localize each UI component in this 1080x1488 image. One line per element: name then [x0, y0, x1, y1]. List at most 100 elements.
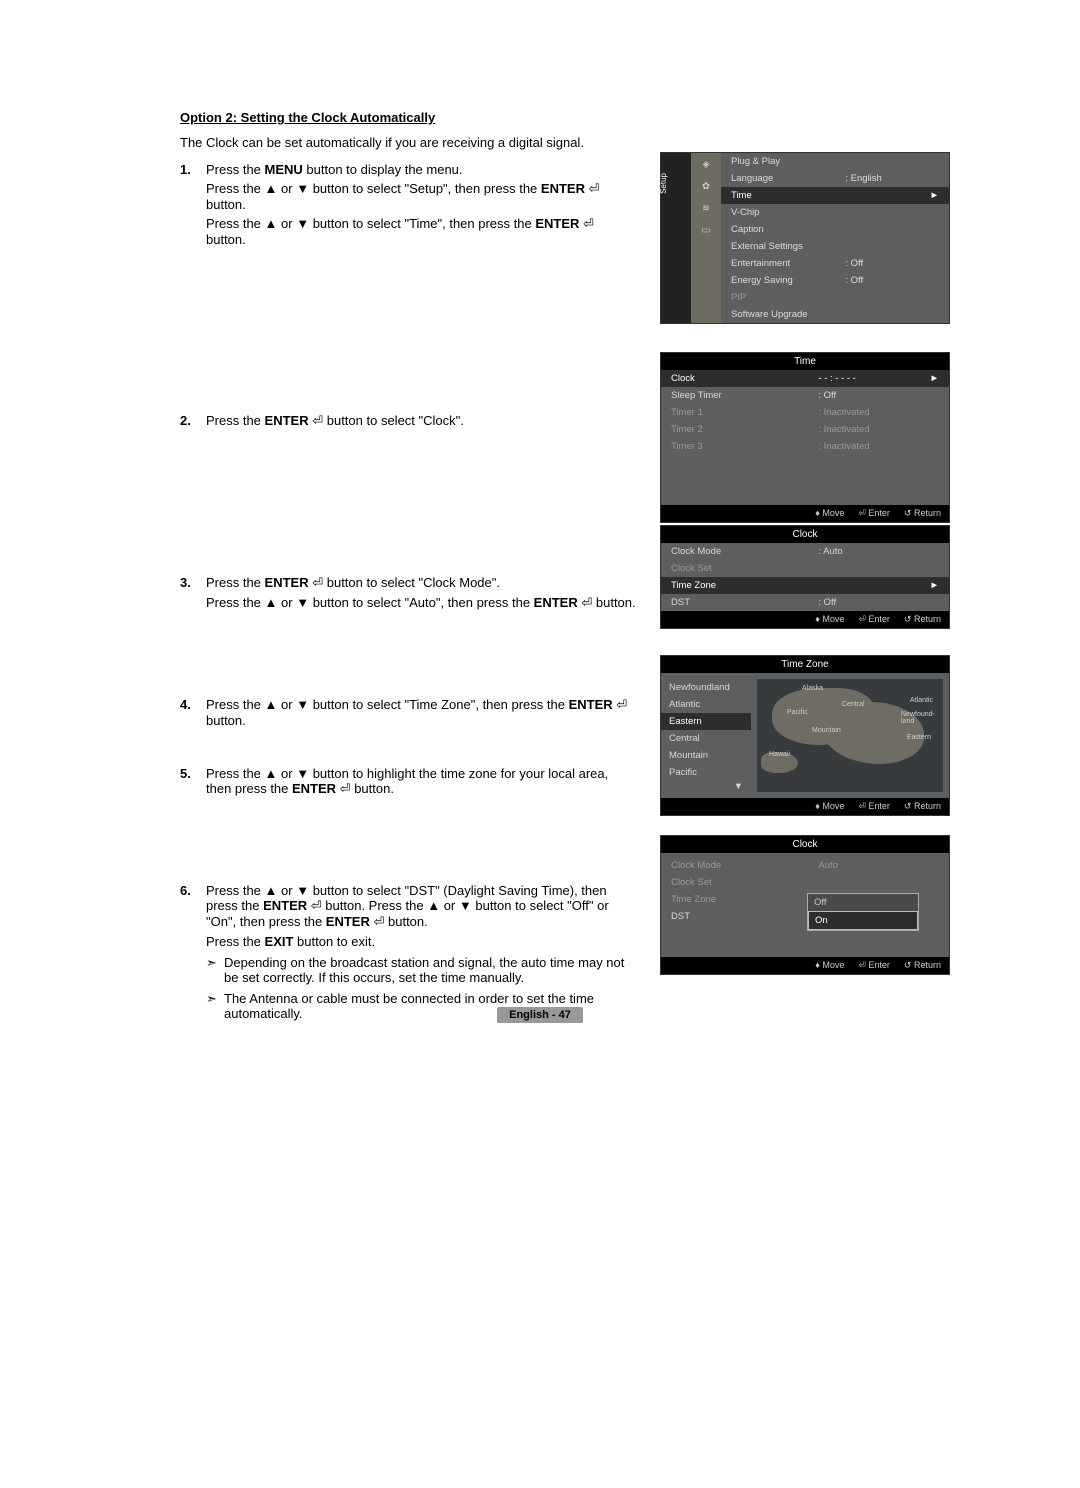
enter-button-label: ENTER — [569, 697, 613, 712]
signal-icon: ≋ — [699, 201, 713, 215]
osd-row: Clock Set — [661, 560, 949, 577]
footer-return: Return — [914, 614, 941, 624]
dst-option: Off — [808, 894, 918, 911]
osd-row-label: Time Zone — [671, 580, 818, 591]
enter-icon: ⏎ — [312, 413, 323, 428]
osd-row-value: : Off — [845, 275, 928, 286]
text: Press the — [206, 162, 265, 177]
osd-row: Clock Mode: Auto — [661, 543, 949, 560]
enter-button-label: ENTER — [534, 595, 578, 610]
footer-move: Move — [822, 960, 844, 970]
osd-row: Time► — [721, 187, 949, 204]
footer-enter: Enter — [868, 960, 890, 970]
up-icon: ▲ — [265, 697, 278, 712]
move-icon: ♦ — [815, 508, 820, 518]
down-icon: ▼ — [296, 181, 309, 196]
enter-icon: ⏎ — [858, 508, 866, 518]
osd-setup-menu: Setup ◈ ✿ ≋ ▭ Plug & PlayLanguage: Engli… — [660, 152, 950, 324]
exit-button-label: EXIT — [265, 934, 294, 949]
osd-row-label: Timer 1 — [671, 407, 818, 418]
osd-row-label: Plug & Play — [731, 156, 845, 167]
osd-row-label: V-Chip — [731, 207, 845, 218]
footer-enter: Enter — [868, 614, 890, 624]
osd-row: PIP — [721, 289, 949, 306]
page-number: English - 47 — [497, 1007, 583, 1023]
text: Press the — [206, 575, 265, 590]
osd-row: Time Zone► — [661, 577, 949, 594]
osd-row-label: Timer 3 — [671, 441, 818, 452]
enter-icon: ⏎ — [311, 898, 322, 913]
dst-option: On — [808, 911, 918, 930]
timezone-item: Newfoundland — [661, 679, 751, 696]
osd-row: Clock ModeAuto — [661, 857, 949, 874]
timezone-map: Alaska Pacific Mountain Central Atlantic… — [757, 679, 943, 792]
osd-row-label: PIP — [731, 292, 845, 303]
enter-button-label: ENTER — [535, 216, 579, 231]
osd-row-label: Time Zone — [671, 894, 818, 905]
osd-clock-menu: Clock Clock Mode: AutoClock SetTime Zone… — [660, 525, 950, 629]
down-icon: ▼ — [296, 766, 309, 781]
down-icon: ▼ — [296, 595, 309, 610]
osd-row: Caption — [721, 221, 949, 238]
arrow-right-icon: ► — [929, 190, 939, 201]
osd-footer: ♦ Move ⏎ Enter ↺ Return — [661, 798, 949, 815]
text: or — [277, 766, 296, 781]
enter-button-label: ENTER — [326, 914, 370, 929]
map-label: Pacific — [787, 709, 808, 716]
footer-move: Move — [822, 614, 844, 624]
text: or — [277, 595, 296, 610]
enter-button-label: ENTER — [263, 898, 307, 913]
move-icon: ♦ — [815, 960, 820, 970]
text: button. — [592, 595, 635, 610]
step-number: 6. — [180, 883, 206, 898]
text: or — [277, 216, 296, 231]
return-icon: ↺ — [904, 614, 912, 624]
map-label: Alaska — [802, 685, 823, 692]
text: button. — [206, 713, 246, 728]
step-number: 5. — [180, 766, 206, 781]
osd-row-value: : Inactivated — [818, 424, 925, 435]
osd-row-label: Clock Set — [671, 563, 818, 574]
text: button to display the menu. — [303, 162, 463, 177]
text: button to select "Clock Mode". — [323, 575, 500, 590]
osd-row-label: Energy Saving — [731, 275, 845, 286]
return-icon: ↺ — [904, 960, 912, 970]
osd-row-value: : Off — [818, 597, 925, 608]
footer-move: Move — [822, 508, 844, 518]
text: button to select "Time", then press the — [309, 216, 535, 231]
enter-button-label: ENTER — [292, 781, 336, 796]
text: button to select "Clock". — [323, 413, 464, 428]
down-icon: ▼ — [296, 216, 309, 231]
osd-row-value: : Inactivated — [818, 407, 925, 418]
timezone-item: Central — [661, 730, 751, 747]
up-icon: ▲ — [265, 883, 278, 898]
osd-row: Sleep Timer: Off — [661, 387, 949, 404]
map-label: Eastern — [907, 734, 931, 741]
osd-row-value: : Off — [845, 258, 928, 269]
up-icon: ▲ — [265, 766, 278, 781]
enter-icon: ⏎ — [858, 960, 866, 970]
osd-row: Timer 2: Inactivated — [661, 421, 949, 438]
osd-row-value: : Auto — [818, 546, 925, 557]
osd-row: Language: English — [721, 170, 949, 187]
osd-title: Time — [661, 353, 949, 370]
footer-return: Return — [914, 960, 941, 970]
down-icon: ▼ — [296, 697, 309, 712]
osd-row-label: Clock — [671, 373, 818, 384]
section-title: Option 2: Setting the Clock Automaticall… — [180, 110, 960, 125]
text: Press the — [206, 883, 265, 898]
osd-row-label: DST — [671, 597, 818, 608]
down-icon: ▼ — [459, 898, 472, 913]
enter-icon: ⏎ — [312, 575, 323, 590]
osd-row: Timer 3: Inactivated — [661, 438, 949, 455]
osd-row: DST: Off — [661, 594, 949, 611]
gear-icon: ✿ — [699, 179, 713, 193]
up-icon: ▲ — [265, 216, 278, 231]
text: Press the — [206, 216, 265, 231]
enter-icon: ⏎ — [340, 781, 351, 796]
text: button to select "Time Zone", then press… — [309, 697, 569, 712]
enter-icon: ⏎ — [373, 914, 384, 929]
osd-row-label: Clock Set — [671, 877, 818, 888]
text: button. Press the — [322, 898, 428, 913]
text: button. — [351, 781, 394, 796]
